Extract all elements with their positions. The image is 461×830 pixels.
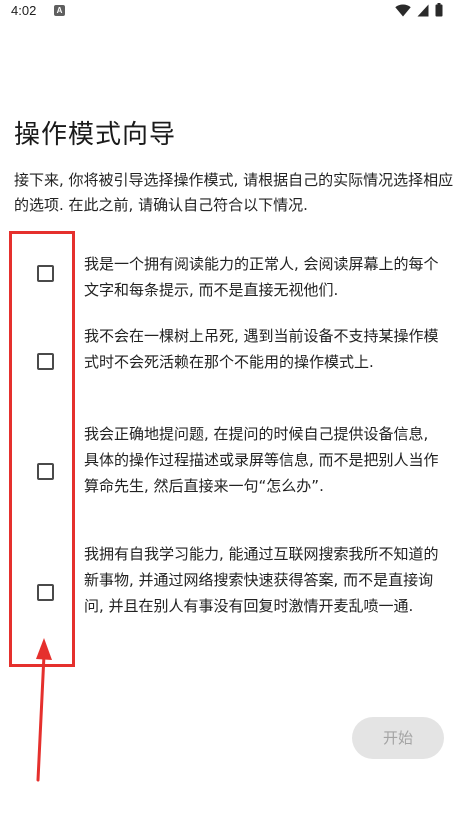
intro-text: 接下来, 你将被引导选择操作模式, 请根据自己的实际情况选择相应的选项. 在此之…: [14, 171, 454, 214]
option-4-text: 我拥有自我学习能力, 能通过互联网搜索我所不知道的新事物, 并通过网络搜索快速获…: [84, 545, 439, 615]
option-4-checkbox[interactable]: [37, 584, 54, 601]
battery-icon: [435, 2, 443, 21]
option-3-text: 我会正确地提问题, 在提问的时候自己提供设备信息, 具体的操作过程描述或录屏等信…: [84, 425, 439, 495]
option-3-checkbox[interactable]: [37, 463, 54, 480]
wifi-icon: [395, 2, 411, 21]
status-time: 4:02: [11, 3, 37, 18]
start-button[interactable]: 开始: [352, 717, 444, 759]
option-2-text: 我不会在一棵树上吊死, 遇到当前设备不支持某操作模式时不会死活赖在那个不能用的操…: [84, 327, 439, 371]
signal-icon: [417, 2, 429, 21]
a-icon: A: [54, 5, 65, 16]
status-icons: [395, 2, 443, 21]
status-bar: 4:02 A: [0, 0, 461, 24]
page-title: 操作模式向导: [14, 120, 177, 150]
option-1-checkbox[interactable]: [37, 265, 54, 282]
option-1-text: 我是一个拥有阅读能力的正常人, 会阅读屏幕上的每个文字和每条提示, 而不是直接无…: [84, 255, 439, 299]
annotation-highlight-box: [9, 231, 75, 667]
option-2-checkbox[interactable]: [37, 353, 54, 370]
